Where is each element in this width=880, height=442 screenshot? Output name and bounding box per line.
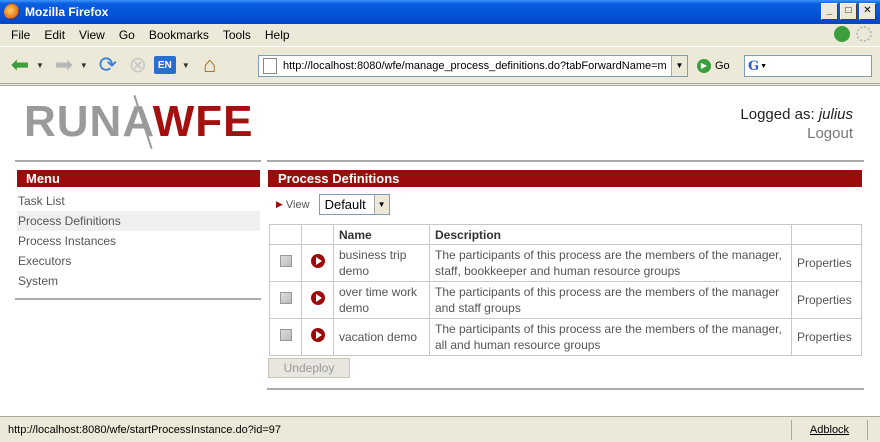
row-checkbox[interactable] [279,292,292,304]
firefox-icon [4,4,20,20]
menu-help[interactable]: Help [258,28,297,42]
divider [15,160,261,162]
reload-icon[interactable]: ⟳ [94,51,122,79]
address-bar[interactable]: http://localhost:8080/wfe/manage_process… [258,55,688,77]
user-name: julius [818,106,853,123]
page-content: RUNAWFE Logged as: julius Logout Menu Ta… [0,85,880,416]
back-dropdown-icon[interactable]: ▼ [36,61,44,70]
properties-link[interactable]: Properties [791,244,862,282]
language-dropdown-icon[interactable]: ▼ [182,61,190,70]
menu-bar: File Edit View Go Bookmarks Tools Help [0,24,880,45]
url-text: http://localhost:8080/wfe/manage_process… [283,60,667,72]
forward-icon[interactable]: ➡ [50,51,78,79]
divider [267,388,864,390]
view-select[interactable]: Default ▼ [318,194,390,215]
page-icon [263,58,277,74]
view-label[interactable]: View [286,199,310,211]
process-name: vacation demo [333,318,430,356]
view-toggle-icon[interactable]: ▶ [276,199,283,210]
go-button[interactable]: ▶ Go [697,59,730,73]
stop-icon[interactable]: ⊗ [124,51,152,79]
start-process-icon[interactable] [310,328,325,342]
row-checkbox[interactable] [279,329,292,341]
start-process-icon[interactable] [310,254,325,268]
column-header [269,224,302,245]
go-icon: ▶ [697,59,711,73]
divider [15,298,261,300]
process-description: The participants of this process are the… [429,244,792,282]
view-selector-row: ▶ View Default ▼ [276,194,390,215]
window-title: Mozilla Firefox [25,5,109,19]
update-icon[interactable] [834,26,850,42]
properties-link[interactable]: Properties [791,281,862,319]
undeploy-button[interactable]: Undeploy [268,358,350,378]
sidebar-item-process-definitions[interactable]: Process Definitions [17,211,260,231]
forward-dropdown-icon[interactable]: ▼ [80,61,88,70]
google-icon[interactable]: G [748,59,759,74]
search-box[interactable]: G ▼ [744,55,872,77]
properties-link[interactable]: Properties [791,318,862,356]
menu-view[interactable]: View [72,28,112,42]
home-icon[interactable]: ⌂ [196,51,224,79]
close-button[interactable]: ✕ [859,3,876,20]
process-definitions-table: Name Description business trip demo The … [269,224,862,356]
view-select-value: Default [324,197,366,212]
sidebar-menu: Task List Process Definitions Process In… [17,191,260,291]
column-header-name: Name [333,224,430,245]
page-title: Process Definitions [268,170,862,187]
menu-bookmarks[interactable]: Bookmarks [142,28,216,42]
search-engine-dropdown-icon[interactable]: ▼ [760,63,767,70]
back-icon[interactable]: ⬅ [6,51,34,79]
process-description: The participants of this process are the… [429,318,792,356]
process-description: The participants of this process are the… [429,281,792,319]
menu-go[interactable]: Go [112,28,142,42]
throbber-icon [856,26,872,42]
sidebar-item-system[interactable]: System [17,271,260,291]
status-text: http://localhost:8080/wfe/startProcessIn… [0,419,792,440]
process-name: over time work demo [333,281,430,319]
sidebar-item-executors[interactable]: Executors [17,251,260,271]
menu-file[interactable]: File [4,28,37,42]
maximize-button[interactable]: □ [840,3,857,20]
menu-edit[interactable]: Edit [37,28,72,42]
logged-as-label: Logged as: [740,106,819,123]
table-row: over time work demo The participants of … [269,281,862,319]
column-header-description: Description [429,224,792,245]
start-process-icon[interactable] [310,291,325,305]
view-dropdown-icon[interactable]: ▼ [373,195,389,214]
process-name: business trip demo [333,244,430,282]
menu-header: Menu [17,170,260,187]
sidebar-item-process-instances[interactable]: Process Instances [17,231,260,251]
login-info: Logged as: julius Logout [740,105,853,143]
menu-tools[interactable]: Tools [216,28,258,42]
adblock-button[interactable]: Adblock [792,419,868,440]
table-row: business trip demo The participants of t… [269,244,862,282]
minimize-button[interactable]: _ [821,3,838,20]
go-label: Go [715,60,730,72]
navigation-toolbar: ⬅ ▼ ➡ ▼ ⟳ ⊗ EN ▼ ⌂ http://localhost:8080… [0,46,880,84]
window-title-bar: Mozilla Firefox _ □ ✕ [0,0,880,24]
column-header [301,224,334,245]
table-row: vacation demo The participants of this p… [269,318,862,356]
column-header [791,224,862,245]
table-header-row: Name Description [269,224,862,245]
row-checkbox[interactable] [279,255,292,267]
language-icon[interactable]: EN [153,56,176,74]
url-dropdown-icon[interactable]: ▼ [671,56,687,76]
sidebar-item-task-list[interactable]: Task List [17,191,260,211]
status-bar: http://localhost:8080/wfe/startProcessIn… [0,416,880,442]
divider [267,160,864,162]
logout-link[interactable]: Logout [740,124,853,143]
